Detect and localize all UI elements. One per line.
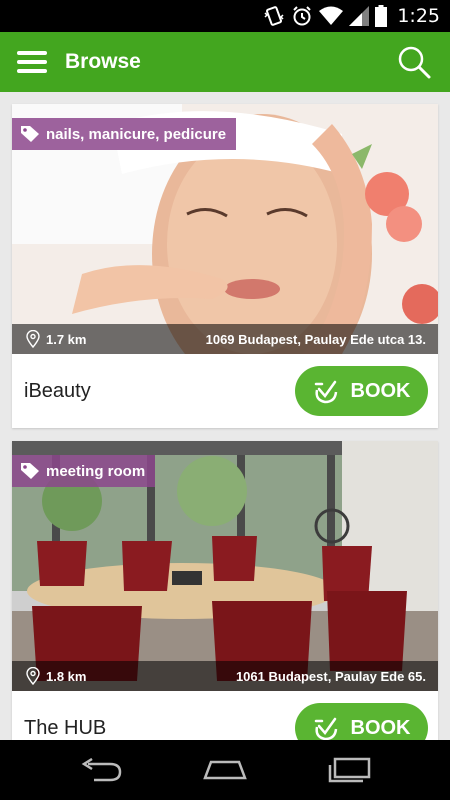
recent-apps-icon [328, 757, 371, 783]
vibrate-icon [263, 5, 285, 27]
page-title: Browse [65, 50, 141, 73]
card-footer: iBeauty BOOK [12, 354, 438, 428]
check-badge-icon [314, 717, 337, 740]
menu-button[interactable] [14, 46, 50, 78]
address-label: 1061 Budapest, Paulay Ede 65. [235, 668, 426, 684]
wifi-icon [319, 6, 344, 26]
search-button[interactable] [394, 42, 434, 82]
status-bar: 1:25 [0, 0, 450, 32]
back-icon [81, 758, 122, 782]
tag-icon [21, 126, 39, 142]
book-button-label: BOOK [350, 379, 411, 402]
listing-photo[interactable]: nails, manicure, pedicure 1.7 km 1069 Bu… [12, 104, 438, 354]
listing-photo[interactable]: meeting room 1.8 km 1061 Budapest, Paula… [12, 441, 438, 691]
address-label: 1069 Budapest, Paulay Ede utca 13. [205, 331, 426, 347]
hamburger-menu-icon [17, 51, 47, 73]
category-tag-label: nails, manicure, pedicure [46, 125, 227, 143]
app-bar: Browse [0, 32, 450, 92]
search-icon [398, 46, 431, 79]
status-icons: 1:25 [263, 4, 440, 28]
tag-icon [21, 463, 39, 479]
distance-label: 1.8 km [46, 668, 87, 684]
location-pin-icon [26, 330, 40, 348]
status-time: 1:25 [397, 5, 440, 27]
signal-icon [349, 6, 370, 26]
distance: 1.7 km [12, 330, 86, 348]
home-icon [203, 760, 247, 780]
system-nav-bar [0, 740, 450, 800]
location-info-bar: 1.7 km 1069 Budapest, Paulay Ede utca 13… [12, 324, 438, 354]
category-tag: nails, manicure, pedicure [12, 118, 237, 150]
business-name[interactable]: iBeauty [24, 354, 91, 428]
recent-apps-button[interactable] [305, 740, 395, 800]
home-button[interactable] [180, 740, 270, 800]
alarm-icon [291, 5, 313, 27]
location-info-bar: 1.8 km 1061 Budapest, Paulay Ede 65. [12, 661, 438, 691]
listing-card[interactable]: meeting room 1.8 km 1061 Budapest, Paula… [12, 441, 438, 740]
distance: 1.8 km [12, 667, 86, 685]
battery-icon [375, 5, 388, 27]
check-badge-icon [314, 380, 337, 404]
card-footer: The HUB BOOK [12, 691, 438, 740]
back-button[interactable] [55, 740, 145, 800]
listing-feed[interactable]: nails, manicure, pedicure 1.7 km 1069 Bu… [0, 92, 450, 740]
distance-label: 1.7 km [46, 331, 87, 347]
category-tag: meeting room [12, 455, 156, 487]
listing-card[interactable]: nails, manicure, pedicure 1.7 km 1069 Bu… [12, 104, 438, 428]
location-pin-icon [26, 667, 40, 685]
category-tag-label: meeting room [46, 462, 146, 480]
book-button-label: BOOK [350, 716, 411, 739]
business-name[interactable]: The HUB [24, 691, 106, 740]
book-button[interactable]: BOOK [295, 703, 428, 740]
book-button[interactable]: BOOK [295, 366, 428, 416]
